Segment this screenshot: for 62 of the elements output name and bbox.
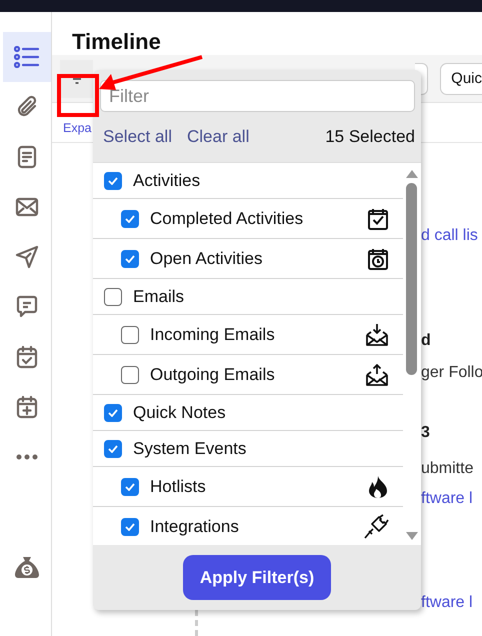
- scroll-up-icon[interactable]: [406, 169, 418, 178]
- check-icon: [125, 522, 135, 530]
- check-icon: [125, 254, 135, 262]
- mail-download-icon: [365, 322, 389, 346]
- checkbox[interactable]: [121, 478, 139, 496]
- select-all-link[interactable]: Select all: [103, 127, 172, 147]
- checkbox[interactable]: [104, 288, 122, 306]
- check-icon: [108, 444, 118, 452]
- filter-field[interactable]: Filter: [100, 80, 415, 112]
- paper-plane-icon: [15, 245, 39, 269]
- scrollbar-thumb[interactable]: [406, 183, 417, 375]
- apply-filters-button[interactable]: Apply Filter(s): [183, 555, 331, 600]
- record-link[interactable]: d call lis: [421, 226, 478, 246]
- calendar-plus-icon: [16, 395, 38, 419]
- calendar-check-icon: [367, 208, 389, 230]
- flame-icon: [367, 474, 389, 498]
- timeline-icon: [14, 46, 40, 68]
- record-text: ubmitte: [421, 459, 474, 479]
- check-icon: [125, 482, 135, 490]
- more-icon: [16, 454, 38, 460]
- calendar-clock-icon: [367, 248, 389, 270]
- option-label[interactable]: Open Activities: [150, 248, 262, 268]
- option-label[interactable]: Incoming Emails: [150, 324, 275, 344]
- option-label[interactable]: Integrations: [150, 516, 239, 536]
- option-label[interactable]: Hotlists: [150, 476, 206, 496]
- checkbox[interactable]: [121, 366, 139, 384]
- checkbox[interactable]: [104, 440, 122, 458]
- record-link[interactable]: ftware l: [421, 593, 473, 613]
- clear-all-link[interactable]: Clear all: [186, 127, 250, 147]
- check-icon: [108, 176, 118, 184]
- option-label[interactable]: Completed Activities: [150, 208, 304, 228]
- selected-count: 15 Selected: [325, 127, 415, 147]
- mail-upload-icon: [365, 362, 389, 386]
- scroll-down-icon[interactable]: [406, 532, 418, 541]
- option-label[interactable]: Emails: [133, 286, 184, 306]
- envelope-icon: [15, 197, 39, 217]
- page-title: Timeline: [71, 28, 162, 55]
- record-title: 3: [421, 423, 430, 443]
- check-icon: [125, 214, 135, 222]
- quick-button[interactable]: Quic: [440, 62, 482, 94]
- sidebar-item[interactable]: [3, 32, 51, 82]
- record-title: d: [421, 331, 431, 351]
- expand-link[interactable]: Expa: [63, 121, 92, 135]
- checkbox[interactable]: [104, 404, 122, 422]
- checkbox[interactable]: [121, 210, 139, 228]
- document-icon: [17, 145, 37, 169]
- checkbox[interactable]: [121, 518, 139, 536]
- option-label[interactable]: Activities: [133, 170, 200, 190]
- check-icon: [108, 408, 118, 416]
- checkbox[interactable]: [121, 326, 139, 344]
- option-label[interactable]: Outgoing Emails: [150, 364, 275, 384]
- money-bag-icon: [14, 555, 40, 579]
- calendar-check-icon: [16, 345, 38, 369]
- paperclip-icon: [15, 95, 39, 119]
- checkbox[interactable]: [104, 172, 122, 190]
- plug-icon: [363, 514, 389, 540]
- checkbox[interactable]: [121, 250, 139, 268]
- chat-icon: [16, 295, 38, 319]
- option-label[interactable]: System Events: [133, 438, 246, 458]
- highlight-box: [57, 74, 99, 117]
- option-label[interactable]: Quick Notes: [133, 402, 226, 422]
- record-link[interactable]: ftware l: [421, 489, 473, 509]
